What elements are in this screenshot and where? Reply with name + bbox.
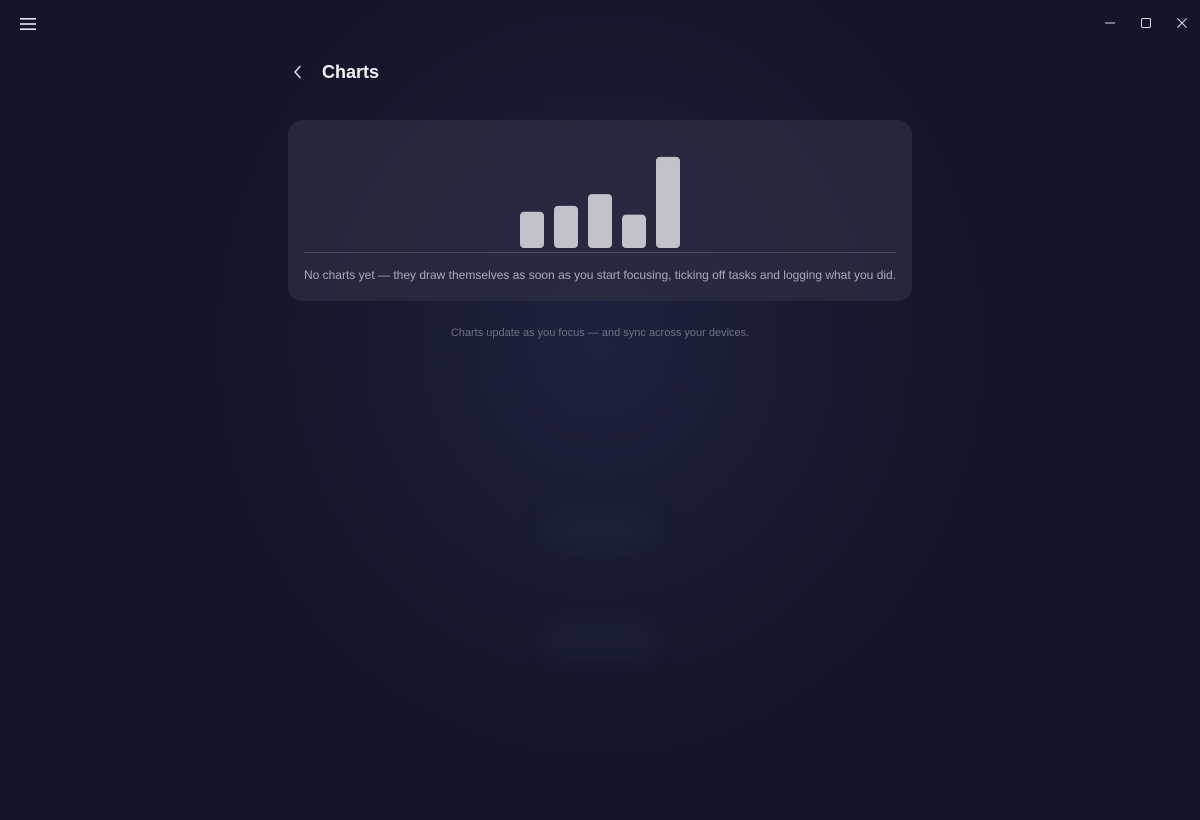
page-title: Charts — [322, 62, 380, 82]
chart-placeholder — [304, 156, 896, 253]
chart-bar — [554, 205, 578, 248]
chart-bar — [656, 156, 680, 248]
chevron-left-icon — [294, 65, 301, 79]
empty-state-message: No charts yet — they draw themselves as … — [303, 268, 897, 282]
maximize-icon — [1141, 18, 1151, 28]
chart-bar — [520, 211, 544, 248]
background-blur — [545, 510, 655, 550]
close-button[interactable] — [1164, 0, 1200, 46]
maximize-button[interactable] — [1128, 0, 1164, 46]
chart-bar — [588, 194, 612, 248]
close-icon — [1177, 18, 1187, 28]
back-button[interactable] — [286, 60, 310, 84]
chart-card: No charts yet — they draw themselves as … — [288, 120, 912, 301]
sync-note: Charts update as you focus — and sync ac… — [450, 327, 750, 339]
minimize-icon — [1105, 22, 1115, 24]
chart-bar — [622, 214, 646, 248]
hamburger-icon — [20, 18, 36, 30]
window-controls — [1092, 0, 1200, 46]
minimize-button[interactable] — [1092, 0, 1128, 46]
menu-button[interactable] — [14, 10, 42, 38]
background-blur — [545, 622, 655, 662]
app-window: Charts No charts yet — they draw themsel… — [0, 0, 1200, 820]
